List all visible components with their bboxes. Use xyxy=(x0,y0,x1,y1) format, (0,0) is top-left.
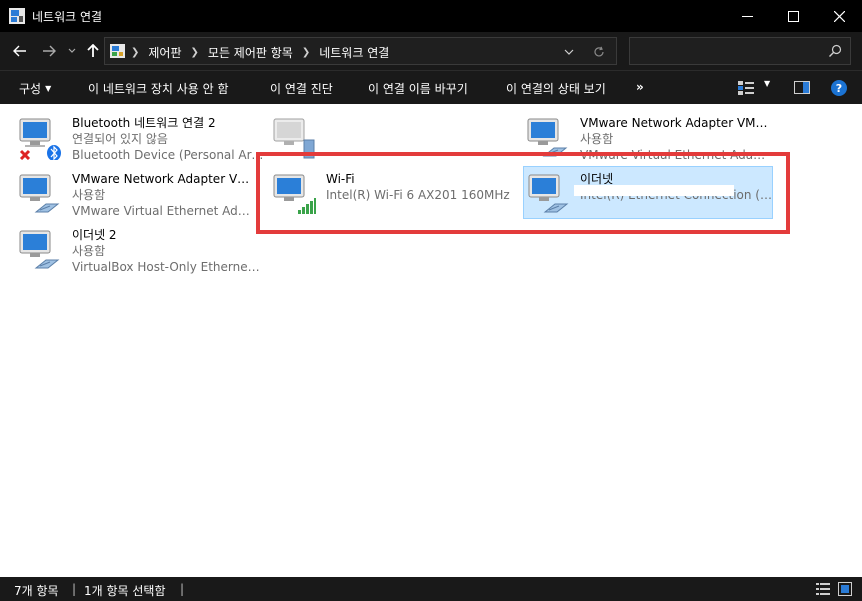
item-count: 7개 항목 xyxy=(14,584,59,598)
item-device: Bluetooth Device (Personal Area ... xyxy=(72,148,264,162)
close-icon xyxy=(833,10,845,22)
address-toolbar: ❯ 제어판 ❯ 모든 제어판 항목 ❯ 네트워크 연결 xyxy=(0,32,862,70)
arrow-up-icon xyxy=(87,44,99,57)
minimize-icon xyxy=(741,15,753,17)
rename-connection-button[interactable]: 이 연결 이름 바꾸기 xyxy=(368,80,468,97)
item-status: 사용함 xyxy=(72,244,106,258)
change-view-icon[interactable] xyxy=(738,81,754,95)
list-item-ethernet-2[interactable]: 이더넷 2 사용함 VirtualBox Host-Only Ethernet … xyxy=(16,224,266,276)
back-button[interactable] xyxy=(9,40,31,62)
forward-button[interactable] xyxy=(38,40,60,62)
search-icon xyxy=(829,44,842,57)
minimize-button[interactable] xyxy=(724,0,770,32)
item-name: VMware Network Adapter VMnet8 xyxy=(72,172,256,186)
maximize-icon xyxy=(787,10,799,22)
up-button[interactable] xyxy=(82,40,104,62)
window-title: 네트워크 연결 xyxy=(32,10,103,24)
chevron-down-icon xyxy=(564,49,574,55)
title-bar: 네트워크 연결 xyxy=(0,0,862,32)
preview-pane-icon[interactable] xyxy=(794,81,810,94)
breadcrumb-control-panel[interactable]: 제어판 xyxy=(148,44,181,61)
bluetooth-adapter-icon xyxy=(19,118,61,160)
item-text: 이더넷 2 사용함 VirtualBox Host-Only Ethernet … xyxy=(72,227,264,275)
refresh-button[interactable] xyxy=(591,44,607,60)
disable-device-button[interactable]: 이 네트워크 장치 사용 안 함 xyxy=(88,80,229,97)
item-status: 사용함 xyxy=(580,132,614,146)
command-bar: 구성 ▼ 이 네트워크 장치 사용 안 함 이 연결 진단 이 연결 이름 바꾸기… xyxy=(0,70,862,104)
item-device: VMware Virtual Ethernet Adapter... xyxy=(72,204,256,218)
change-view-dropdown-icon[interactable]: ▼ xyxy=(764,79,770,88)
ethernet-adapter-icon xyxy=(19,174,60,213)
highlight-annotation xyxy=(256,152,790,234)
chevron-down-icon xyxy=(68,48,76,53)
large-icons-view-icon[interactable] xyxy=(838,582,852,596)
breadcrumb-network-connections[interactable]: 네트워크 연결 xyxy=(319,44,389,61)
selected-count: 1개 항목 선택함 xyxy=(84,584,166,598)
search-input[interactable] xyxy=(629,37,851,65)
status-separator: | xyxy=(72,582,77,596)
breadcrumb-all-items[interactable]: 모든 제어판 항목 xyxy=(208,44,293,61)
recent-locations-button[interactable] xyxy=(64,40,80,62)
maximize-button[interactable] xyxy=(770,0,816,32)
organize-button[interactable]: 구성 ▼ xyxy=(19,80,51,97)
breadcrumb-separator-icon[interactable]: ❯ xyxy=(191,47,199,58)
item-name: 이더넷 2 xyxy=(72,228,117,242)
item-text: Bluetooth 네트워크 연결 2 연결되어 있지 않음 Bluetooth… xyxy=(72,115,264,163)
refresh-icon xyxy=(594,46,604,57)
list-item-vmnet8[interactable]: VMware Network Adapter VMnet8 사용함 VMware… xyxy=(16,168,266,220)
item-device: VirtualBox Host-Only Ethernet A... xyxy=(72,260,264,274)
ethernet-adapter-icon xyxy=(19,230,60,269)
close-button[interactable] xyxy=(816,0,862,32)
status-separator: | xyxy=(180,582,185,596)
network-connections-icon xyxy=(9,8,25,24)
caret-down-icon: ▼ xyxy=(45,84,52,93)
diagnose-connection-button[interactable]: 이 연결 진단 xyxy=(270,80,333,97)
address-dropdown-button[interactable] xyxy=(561,44,577,60)
details-view-icon[interactable] xyxy=(816,582,830,596)
item-name: VMware Network Adapter VMnet1 xyxy=(580,116,772,130)
view-status-button[interactable]: 이 연결의 상태 보기 xyxy=(506,80,606,97)
list-item-bluetooth[interactable]: Bluetooth 네트워크 연결 2 연결되어 있지 않음 Bluetooth… xyxy=(16,112,266,164)
control-panel-icon xyxy=(110,44,125,58)
item-status: 사용함 xyxy=(72,188,106,202)
address-bar[interactable]: ❯ 제어판 ❯ 모든 제어판 항목 ❯ 네트워크 연결 xyxy=(104,37,617,65)
organize-label: 구성 xyxy=(19,82,42,96)
arrow-left-icon xyxy=(13,45,26,57)
connections-list: Bluetooth 네트워크 연결 2 연결되어 있지 않음 Bluetooth… xyxy=(0,104,862,577)
item-status: 연결되어 있지 않음 xyxy=(72,132,168,146)
more-commands-button[interactable]: » xyxy=(636,80,644,94)
status-bar: 7개 항목 | 1개 항목 선택함 | xyxy=(0,577,862,601)
breadcrumb: ❯ 제어판 ❯ 모든 제어판 항목 ❯ 네트워크 연결 xyxy=(131,44,389,61)
help-icon: ? xyxy=(835,81,843,95)
arrow-right-icon xyxy=(43,45,56,57)
item-text: VMware Network Adapter VMnet8 사용함 VMware… xyxy=(72,171,256,219)
item-name: Bluetooth 네트워크 연결 2 xyxy=(72,116,216,130)
help-button[interactable]: ? xyxy=(831,80,847,96)
breadcrumb-separator-icon[interactable]: ❯ xyxy=(302,47,310,58)
breadcrumb-separator-icon[interactable]: ❯ xyxy=(131,47,139,58)
